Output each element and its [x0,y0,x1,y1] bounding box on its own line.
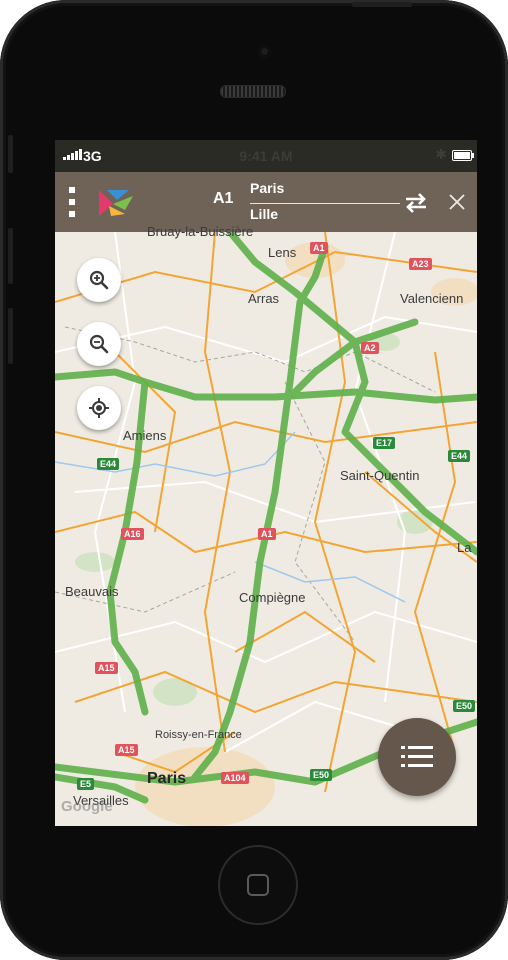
kebab-menu-icon[interactable] [65,187,79,217]
shield-e17: E17 [373,437,396,449]
map-label-lens: Lens [268,245,297,260]
route-header: A1 Paris Lille [55,172,477,232]
shield-a1-top: A1 [310,242,328,254]
road-name: A1 [213,190,234,207]
screen: 3G 9:41 AM ✱ A1 Paris Lille Bruay-la-Bui… [55,140,477,826]
shield-a16: A16 [121,528,144,540]
map-label-amiens: Amiens [123,428,167,443]
my-location-icon [89,398,109,418]
shield-e5: E5 [77,778,95,790]
map-label-beauvais: Beauvais [65,584,119,599]
shield-a15-mid: A15 [95,662,118,674]
phone-frame: 3G 9:41 AM ✱ A1 Paris Lille Bruay-la-Bui… [0,0,508,960]
side-button-volume-up [8,228,13,284]
close-icon[interactable] [445,190,469,214]
shield-a1-mid: A1 [258,528,276,540]
map-label-valenciennes: Valencienn [400,291,464,306]
zoom-in-button[interactable] [77,258,121,302]
side-button-volume-down [8,308,13,364]
map-label-compiegne: Compiègne [239,590,306,605]
shield-a15-low: A15 [115,744,138,756]
shield-a104: A104 [221,772,249,784]
home-button[interactable] [218,845,298,925]
shield-a23: A23 [409,258,432,270]
swap-arrows-icon[interactable] [403,192,429,214]
front-camera [258,45,271,58]
side-button-power [352,2,412,7]
bluetooth-icon: ✱ [435,146,447,162]
zoom-in-icon [89,270,109,290]
app-logo-icon [99,190,133,216]
shield-e44-right: E44 [448,450,471,462]
map-label-la: La [457,540,472,555]
map-label-bruay: Bruay-la-Buissière [147,224,254,239]
destination-city[interactable]: Lille [250,206,278,222]
map-label-roissy: Roissy-en-France [155,729,242,741]
shield-e44-left: E44 [97,458,120,470]
shield-a2: A2 [361,342,379,354]
list-button[interactable] [378,718,456,796]
my-location-button[interactable] [77,386,121,430]
list-icon [401,746,433,767]
shield-e50-right: E50 [453,700,476,712]
clock: 9:41 AM [239,148,293,164]
status-bar: 3G 9:41 AM ✱ [55,140,477,172]
route-divider [250,203,400,204]
battery-icon [452,150,474,161]
map-label-paris: Paris [147,770,187,787]
zoom-out-icon [89,334,109,354]
map-label-arras: Arras [248,291,280,306]
side-button-mute [8,135,13,173]
map-label-saint-quentin: Saint-Quentin [340,468,420,483]
shield-e50: E50 [310,769,333,781]
zoom-out-button[interactable] [77,322,121,366]
map-watermark: Google [61,798,113,815]
origin-city[interactable]: Paris [250,180,284,196]
speaker-grille [220,85,286,98]
